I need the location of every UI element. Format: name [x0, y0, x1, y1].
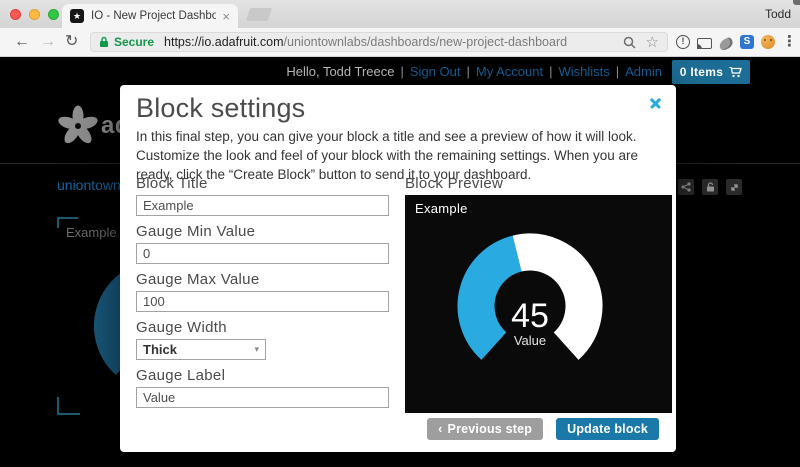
block-title-input[interactable] — [136, 195, 389, 216]
browser-window: ★ IO - New Project Dashboard × Todd Secu… — [0, 0, 800, 467]
preview-block-title: Example — [415, 201, 468, 216]
gauge-max-input[interactable] — [136, 291, 389, 312]
lock-button[interactable] — [702, 179, 718, 195]
share-icon — [681, 182, 691, 192]
s-extension-icon[interactable]: S — [740, 35, 754, 49]
minimize-window-button[interactable] — [29, 9, 40, 20]
gauge-width-label: Gauge Width — [136, 319, 391, 336]
block-preview-heading: Block Preview — [405, 175, 672, 192]
cart-button[interactable]: 0 Items — [672, 60, 750, 84]
extension-area: ! S — [676, 34, 797, 50]
url-text: https://io.adafruit.com/uniontownlabs/da… — [164, 35, 567, 49]
smiley-extension-icon[interactable] — [761, 35, 775, 49]
forward-button[interactable] — [40, 31, 56, 53]
wishlists-link[interactable]: Wishlists — [558, 64, 609, 79]
modal-title: Block settings — [136, 93, 305, 124]
adafruit-favicon-icon: ★ — [70, 9, 84, 23]
gauge-width-select[interactable]: Thick — [136, 339, 266, 360]
reload-button[interactable] — [65, 31, 78, 53]
admin-link[interactable]: Admin — [625, 64, 662, 79]
gauge-min-label: Gauge Min Value — [136, 223, 391, 240]
preview-section: Block Preview 45Value Example — [405, 175, 672, 413]
lock-icon — [706, 182, 715, 192]
account-bar: Hello, Todd Treece|Sign Out|My Account|W… — [0, 57, 800, 86]
modal-buttons: Previous step Update block — [427, 418, 659, 440]
secure-label: Secure — [114, 35, 154, 49]
block-preview: 45Value Example — [405, 195, 672, 413]
adafruit-flower-icon — [58, 105, 98, 147]
cart-icon — [729, 67, 742, 78]
secure-lock-icon — [99, 36, 109, 48]
selection-bracket-top — [57, 217, 78, 228]
gray-extension-icon[interactable] — [718, 36, 735, 51]
gauge-label-label: Gauge Label — [136, 367, 391, 384]
preview-gauge: 45Value — [405, 195, 672, 413]
my-account-link[interactable]: My Account — [476, 64, 543, 79]
search-icon[interactable] — [623, 36, 636, 49]
browser-titlebar: ★ IO - New Project Dashboard × Todd — [0, 0, 800, 28]
info-extension-icon[interactable]: ! — [676, 35, 690, 49]
block-title-label: Block Title — [136, 175, 391, 192]
cart-count-label: 0 Items — [680, 65, 723, 79]
browser-toolbar: Secure https://io.adafruit.com/uniontown… — [0, 28, 800, 57]
back-button[interactable] — [14, 31, 30, 53]
window-controls — [10, 9, 59, 20]
previous-step-button[interactable]: Previous step — [427, 418, 543, 440]
svg-text:Value: Value — [514, 333, 546, 348]
url-path: /uniontownlabs/dashboards/new-project-da… — [284, 35, 568, 49]
chevron-left-icon — [438, 422, 442, 436]
expand-icon — [730, 183, 739, 192]
sign-out-link[interactable]: Sign Out — [410, 64, 461, 79]
new-tab-button[interactable] — [246, 8, 272, 21]
cast-icon[interactable] — [697, 38, 712, 49]
bookmark-star-icon[interactable] — [646, 35, 659, 50]
account-links: Hello, Todd Treece|Sign Out|My Account|W… — [286, 64, 662, 79]
block-settings-modal: Block settings In this final step, you c… — [120, 85, 676, 452]
zoom-window-button[interactable] — [48, 9, 59, 20]
chevron-down-icon — [254, 344, 259, 355]
profile-name: Todd — [765, 7, 791, 21]
gauge-max-label: Gauge Max Value — [136, 271, 391, 288]
block-action-buttons — [678, 179, 742, 195]
chrome-menu-icon[interactable] — [782, 34, 797, 50]
greeting: Hello, Todd Treece — [286, 64, 394, 79]
tab-close-icon[interactable]: × — [222, 10, 230, 23]
url-domain: https://io.adafruit.com — [164, 35, 284, 49]
update-block-button[interactable]: Update block — [556, 418, 659, 440]
share-button[interactable] — [678, 179, 694, 195]
previous-step-label: Previous step — [448, 422, 533, 436]
corner-notification-icon — [793, 0, 800, 5]
close-window-button[interactable] — [10, 9, 21, 20]
gauge-min-input[interactable] — [136, 243, 389, 264]
page-content: Hello, Todd Treece|Sign Out|My Account|W… — [0, 57, 800, 467]
svg-text:45: 45 — [511, 297, 549, 335]
close-icon[interactable] — [649, 96, 662, 109]
browser-tab[interactable]: ★ IO - New Project Dashboard × — [62, 4, 238, 28]
gauge-label-input[interactable] — [136, 387, 389, 408]
settings-form: Block Title Gauge Min Value Gauge Max Va… — [136, 175, 391, 415]
tab-title: IO - New Project Dashboard — [91, 10, 216, 22]
gauge-width-value: Thick — [143, 342, 177, 357]
selection-bracket-bottom — [57, 397, 80, 415]
address-bar[interactable]: Secure https://io.adafruit.com/uniontown… — [90, 32, 668, 52]
expand-button[interactable] — [726, 179, 742, 195]
